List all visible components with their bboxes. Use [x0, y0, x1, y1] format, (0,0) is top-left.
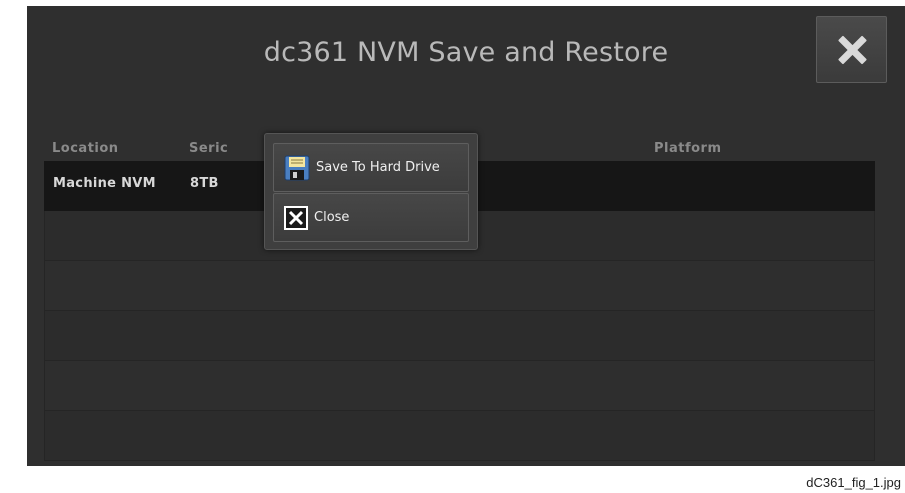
column-header-platform: Platform [654, 141, 722, 156]
table-row[interactable] [44, 411, 875, 461]
cell-location: Machine NVM [53, 176, 156, 191]
column-header-location: Location [52, 141, 119, 156]
column-header-serial: Seric [189, 141, 229, 156]
save-to-hard-drive-button[interactable]: Save To Hard Drive [273, 143, 469, 192]
close-icon [837, 35, 867, 65]
floppy-disk-icon [284, 155, 310, 181]
close-menu-label: Close [314, 210, 350, 225]
page-title: dc361 NVM Save and Restore [263, 37, 669, 68]
close-x-icon [284, 205, 308, 230]
cell-serial: 8TB [190, 176, 219, 191]
table-row[interactable] [44, 261, 875, 311]
figure-caption: dC361_fig_1.jpg [806, 475, 901, 490]
table-row[interactable] [44, 361, 875, 411]
save-to-hard-drive-label: Save To Hard Drive [316, 160, 440, 175]
context-menu: Save To Hard Drive Close [264, 133, 478, 250]
close-window-button[interactable] [816, 16, 887, 83]
table-row[interactable] [44, 311, 875, 361]
close-menu-button[interactable]: Close [273, 193, 469, 242]
nvm-save-restore-screen: dc361 NVM Save and Restore Location Seri… [27, 6, 905, 466]
